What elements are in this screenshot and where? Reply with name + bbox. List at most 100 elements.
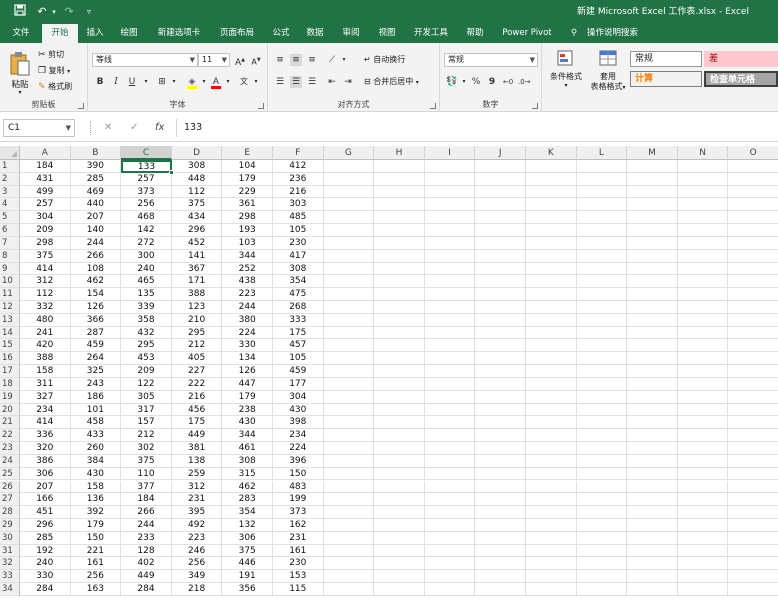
cell[interactable] [374, 467, 425, 481]
name-box[interactable]: C1 ▼ [3, 119, 75, 137]
cell[interactable]: 380 [222, 313, 273, 327]
cell[interactable] [526, 377, 577, 391]
cell[interactable] [627, 160, 678, 173]
cell[interactable]: 327 [20, 390, 71, 404]
cell[interactable]: 306 [222, 531, 273, 545]
cell[interactable] [627, 429, 678, 443]
cell[interactable]: 238 [222, 403, 273, 417]
cell[interactable] [576, 506, 628, 519]
column-header-l[interactable]: L [576, 146, 628, 160]
cell[interactable] [728, 518, 778, 532]
tab-page-layout[interactable]: 页面布局 [212, 24, 262, 43]
tab-help[interactable]: 帮助 [458, 24, 492, 43]
cell[interactable] [526, 172, 577, 186]
cell[interactable] [424, 506, 476, 519]
row-header[interactable]: 4 [0, 198, 20, 212]
cell[interactable]: 209 [121, 365, 172, 378]
cell[interactable] [323, 518, 375, 532]
cell[interactable] [475, 583, 526, 596]
cell[interactable] [526, 288, 577, 301]
column-header-d[interactable]: D [171, 146, 223, 160]
cell[interactable] [677, 249, 729, 263]
cell[interactable]: 430 [273, 403, 324, 417]
cell[interactable]: 154 [70, 288, 122, 301]
cell[interactable] [728, 467, 778, 481]
undo-dropdown-icon[interactable]: ▾ [50, 4, 58, 20]
cell[interactable]: 433 [70, 429, 122, 443]
customize-qat-icon[interactable]: ▿ [82, 4, 96, 20]
cell[interactable]: 315 [222, 467, 273, 481]
cell[interactable] [627, 557, 678, 571]
cell[interactable]: 417 [273, 249, 324, 263]
grow-font-icon[interactable]: A▲ [234, 54, 246, 68]
cell[interactable] [475, 236, 526, 250]
undo-icon[interactable]: ↶ [34, 4, 50, 20]
cell[interactable] [475, 211, 526, 225]
cell[interactable] [323, 326, 375, 340]
cell[interactable]: 135 [121, 288, 172, 301]
cell[interactable]: 449 [121, 570, 172, 584]
cell[interactable] [323, 467, 375, 481]
conditional-formatting-button[interactable]: 条件格式 ▾ [546, 47, 586, 97]
cell[interactable] [576, 390, 628, 404]
cell[interactable] [677, 557, 729, 571]
cell[interactable] [374, 544, 425, 558]
cell[interactable] [728, 160, 778, 173]
wrap-text-button[interactable]: ↵ 自动换行 [364, 54, 405, 66]
cell[interactable] [475, 493, 526, 507]
fill-handle[interactable] [168, 169, 174, 175]
cell[interactable]: 373 [121, 185, 172, 199]
cell[interactable]: 304 [20, 211, 71, 225]
cell[interactable] [526, 352, 577, 366]
row-header[interactable]: 33 [0, 570, 20, 584]
cell[interactable] [424, 313, 476, 327]
cell[interactable] [424, 339, 476, 353]
cell[interactable]: 402 [121, 557, 172, 571]
cell[interactable] [374, 454, 425, 468]
cell[interactable] [374, 326, 425, 340]
cell[interactable]: 449 [171, 429, 223, 443]
decrease-decimal-icon[interactable]: .0→ [518, 76, 531, 88]
cell[interactable]: 344 [222, 429, 273, 443]
cell[interactable] [323, 506, 375, 519]
cell[interactable] [374, 531, 425, 545]
cell[interactable] [374, 390, 425, 404]
cell[interactable] [526, 544, 577, 558]
underline-dropdown-icon[interactable]: ▾ [140, 76, 152, 88]
cell[interactable] [424, 583, 476, 596]
cell[interactable] [627, 249, 678, 263]
cell[interactable]: 105 [273, 352, 324, 366]
cell[interactable] [576, 583, 628, 596]
cell[interactable] [627, 313, 678, 327]
percent-style-button[interactable]: % [470, 76, 482, 88]
cell[interactable] [677, 506, 729, 519]
cell[interactable] [677, 339, 729, 353]
cell[interactable]: 356 [222, 583, 273, 596]
cell[interactable] [424, 493, 476, 507]
cell[interactable] [677, 198, 729, 212]
cell[interactable]: 461 [222, 442, 273, 455]
cell[interactable]: 398 [273, 416, 324, 430]
cell[interactable] [424, 275, 476, 289]
cell[interactable] [374, 557, 425, 571]
cell[interactable] [576, 365, 628, 378]
row-header[interactable]: 6 [0, 224, 20, 237]
cell[interactable]: 308 [273, 262, 324, 276]
cell[interactable]: 300 [121, 249, 172, 263]
cell[interactable] [627, 480, 678, 494]
column-header-h[interactable]: H [374, 146, 425, 160]
cell[interactable] [677, 326, 729, 340]
cell[interactable]: 177 [273, 377, 324, 391]
cell[interactable] [424, 211, 476, 225]
cell[interactable]: 468 [121, 211, 172, 225]
cell[interactable] [424, 467, 476, 481]
cell[interactable]: 222 [171, 377, 223, 391]
cell[interactable]: 452 [171, 236, 223, 250]
fill-color-icon[interactable]: ◈ [186, 76, 198, 89]
cell[interactable] [627, 454, 678, 468]
cell[interactable] [576, 198, 628, 212]
cell[interactable]: 257 [20, 198, 71, 212]
cell[interactable] [323, 416, 375, 430]
tell-me-search[interactable]: ⚲ 操作说明搜索 [567, 24, 638, 43]
row-header[interactable]: 30 [0, 531, 20, 545]
